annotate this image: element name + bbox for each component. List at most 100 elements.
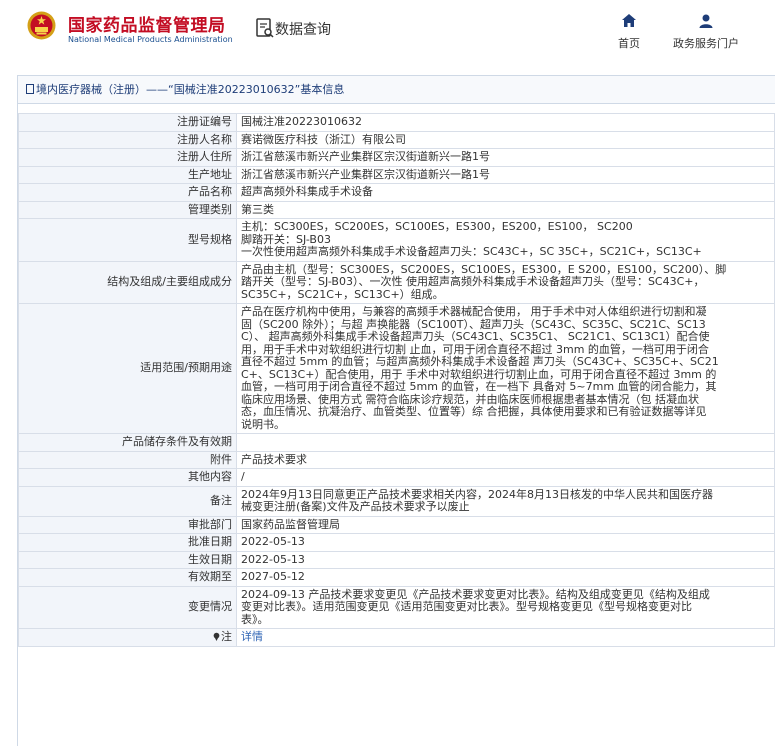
field-value-line: 一次性使用超声高频外科集成手术设备超声刀头：SC43C+，SC 35C+，SC2…	[241, 245, 702, 258]
field-value-line: C）、 超声高频外科集成手术设备超声刀头（SC43C1、SC35C1、 SC21…	[241, 330, 710, 343]
field-label: 适用范围/预期用途	[18, 303, 237, 434]
field-value: 2022-05-13	[236, 550, 775, 569]
field-value-line: 说明书。	[241, 417, 285, 431]
pin-icon	[213, 632, 220, 641]
table-row: 注册人名称 赛诺微医疗科技（浙江）有限公司	[18, 130, 775, 149]
table-row: 适用范围/预期用途 产品在医疗机构中使用，与兼容的高频手术器械配合使用， 用于手术…	[18, 303, 775, 434]
field-value-line: 变更对比表》。适用范围变更见《适用范围变更对比表》。型号规格变更见《型号规格变更…	[241, 600, 692, 613]
table-row: 生效日期 2022-05-13	[18, 550, 775, 569]
national-emblem-icon	[27, 11, 56, 40]
field-value-line: 赛诺微医疗科技（浙江）有限公司	[241, 132, 406, 146]
field-value: 浙江省慈溪市新兴产业集群区宗汉街道新兴一路1号	[236, 148, 775, 167]
field-value-line: 血管，一档可用于闭合直径不超过 5mm 的血管，在一档下 具备对 5~7mm 血…	[241, 380, 717, 393]
field-label: 附件	[18, 450, 237, 469]
table-row: 管理类别 第三类	[18, 200, 775, 219]
field-label: 注册证编号	[18, 113, 237, 132]
field-label: 型号规格	[18, 218, 237, 262]
details-link[interactable]: 详情	[241, 630, 263, 643]
site-header: 国家药品监督管理局 National Medical Products Admi…	[0, 0, 775, 62]
site-name-cn[interactable]: 国家药品监督管理局	[68, 11, 226, 36]
field-value: 详情	[236, 628, 775, 647]
table-row: 注册证编号 国械注准20223010632	[18, 113, 775, 132]
home-icon	[622, 14, 636, 27]
field-value-line: 国械注准20223010632	[241, 115, 362, 128]
field-value-line: 械变更注册(备案)文件及产品技术要求予以废止	[241, 500, 470, 513]
field-value-line: 产品技术要求	[241, 452, 307, 466]
field-label: 其他内容	[18, 468, 237, 487]
field-label: 产品名称	[18, 183, 237, 202]
field-value-line: 2022-05-13	[241, 535, 305, 548]
data-query-icon	[256, 18, 274, 38]
field-label: 注册人名称	[18, 130, 237, 149]
field-value-line: SC35C+，SC21C+，SC13C+）组成。	[241, 287, 444, 301]
detail-panel: 境内医疗器械（注册）——“国械注准20223010632”基本信息 注册证编号国…	[17, 75, 775, 746]
user-icon	[699, 14, 713, 28]
field-value-line: /	[241, 470, 245, 483]
field-label: 备注	[18, 485, 237, 517]
note-label: 注	[221, 630, 232, 643]
nav-home-label: 首页	[618, 37, 640, 50]
field-value: 超声高频外科集成手术设备	[236, 183, 775, 202]
field-value-line: 产品在医疗机构中使用，与兼容的高频手术器械配合使用， 用于手术中对人体组织进行切…	[241, 305, 707, 318]
document-icon	[26, 84, 34, 94]
field-value: 赛诺微医疗科技（浙江）有限公司	[236, 130, 775, 149]
field-value: 产品在医疗机构中使用，与兼容的高频手术器械配合使用， 用于手术中对人体组织进行切…	[236, 303, 775, 434]
field-label: 产品储存条件及有效期	[18, 433, 237, 452]
field-value	[236, 433, 775, 452]
table-row: 备注 2024年9月13日同意更正产品技术要求相关内容，2024年8月13日核发的…	[18, 485, 775, 517]
field-value-line: 超声高频外科集成手术设备	[241, 185, 373, 198]
table-row: 批准日期 2022-05-13	[18, 533, 775, 552]
field-value-line: 直径不超过 5mm 的血管；与超声高频外科集成手术设备超 声刀头（SC43C+、…	[241, 355, 719, 368]
field-value: 国家药品监督管理局	[236, 515, 775, 534]
data-query-label[interactable]: 数据查询	[275, 19, 331, 39]
field-label: 有效期至	[18, 568, 237, 587]
field-label: 注	[18, 628, 237, 647]
field-value: /	[236, 468, 775, 487]
page-title: 境内医疗器械（注册）——“国械注准20223010632”基本信息	[18, 76, 775, 104]
table-row: 审批部门 国家药品监督管理局	[18, 515, 775, 534]
nav-home[interactable]: 首页	[594, 13, 664, 51]
field-value: 2024年9月13日同意更正产品技术要求相关内容，2024年8月13日核发的中华…	[236, 485, 775, 517]
field-label: 生效日期	[18, 550, 237, 569]
field-value-line	[241, 436, 770, 449]
field-value-line: 浙江省慈溪市新兴产业集群区宗汉街道新兴一路1号	[241, 150, 490, 163]
table-row-note: 注详情	[18, 628, 775, 647]
table-row: 有效期至 2027-05-12	[18, 568, 775, 587]
nav-service-portal[interactable]: 政务服务门户	[670, 13, 742, 51]
field-value-line: 国家药品监督管理局	[241, 517, 340, 531]
field-value: 产品技术要求	[236, 450, 775, 469]
site-name-en: National Medical Products Administration	[68, 35, 233, 44]
field-value-line: 2022-05-13	[241, 552, 305, 566]
field-value-line: 2027-05-12	[241, 570, 305, 583]
field-label: 变更情况	[18, 585, 237, 629]
table-row: 生产地址 浙江省慈溪市新兴产业集群区宗汉街道新兴一路1号	[18, 165, 775, 184]
field-value: 2027-05-12	[236, 568, 775, 587]
info-table: 注册证编号 国械注准20223010632 注册人名称 赛诺微医疗科技（浙江）有限公司…	[18, 113, 775, 647]
table-row: 产品储存条件及有效期	[18, 433, 775, 452]
field-label: 结构及组成/主要组成成分	[18, 260, 237, 304]
table-row: 产品名称 超声高频外科集成手术设备	[18, 183, 775, 202]
field-value-line: 踏开关（型号：SJ-B03）、一次性 使用超声高频外科集成手术设备超声刀头（型号…	[241, 275, 705, 288]
field-value: 产品由主机（型号：SC300ES，SC200ES，SC100ES，ES300，E…	[236, 260, 775, 304]
field-value-line: 主机：SC300ES，SC200ES，SC100ES，ES300，ES200，E…	[241, 220, 633, 233]
field-label: 审批部门	[18, 515, 237, 534]
field-value: 第三类	[236, 200, 775, 219]
table-row: 结构及组成/主要组成成分 产品由主机（型号：SC300ES，SC200ES，SC1…	[18, 260, 775, 304]
nav-portal-label: 政务服务门户	[673, 37, 739, 50]
field-value-line: 态，血压情况、抗凝治疗、血管类型、位置等）综 合把握，具体使用要求和已有验证数据…	[241, 405, 707, 418]
field-value: 国械注准20223010632	[236, 113, 775, 132]
table-row: 型号规格 主机：SC300ES，SC200ES，SC100ES，ES300，ES2…	[18, 218, 775, 262]
field-label: 注册人住所	[18, 148, 237, 167]
table-row: 注册人住所 浙江省慈溪市新兴产业集群区宗汉街道新兴一路1号	[18, 148, 775, 167]
field-label: 批准日期	[18, 533, 237, 552]
field-value: 浙江省慈溪市新兴产业集群区宗汉街道新兴一路1号	[236, 165, 775, 184]
page-title-text: 境内医疗器械（注册）——“国械注准20223010632”基本信息	[36, 83, 345, 96]
field-value-line: 第三类	[241, 202, 274, 216]
field-value: 2024-09-13 产品技术要求变更见《产品技术要求变更对比表》。结构及组成变…	[236, 585, 775, 629]
field-value: 主机：SC300ES，SC200ES，SC100ES，ES300，ES200，E…	[236, 218, 775, 262]
table-row: 附件 产品技术要求	[18, 450, 775, 469]
field-value: 2022-05-13	[236, 533, 775, 552]
field-label: 管理类别	[18, 200, 237, 219]
table-row: 其他内容 /	[18, 468, 775, 487]
field-label: 生产地址	[18, 165, 237, 184]
